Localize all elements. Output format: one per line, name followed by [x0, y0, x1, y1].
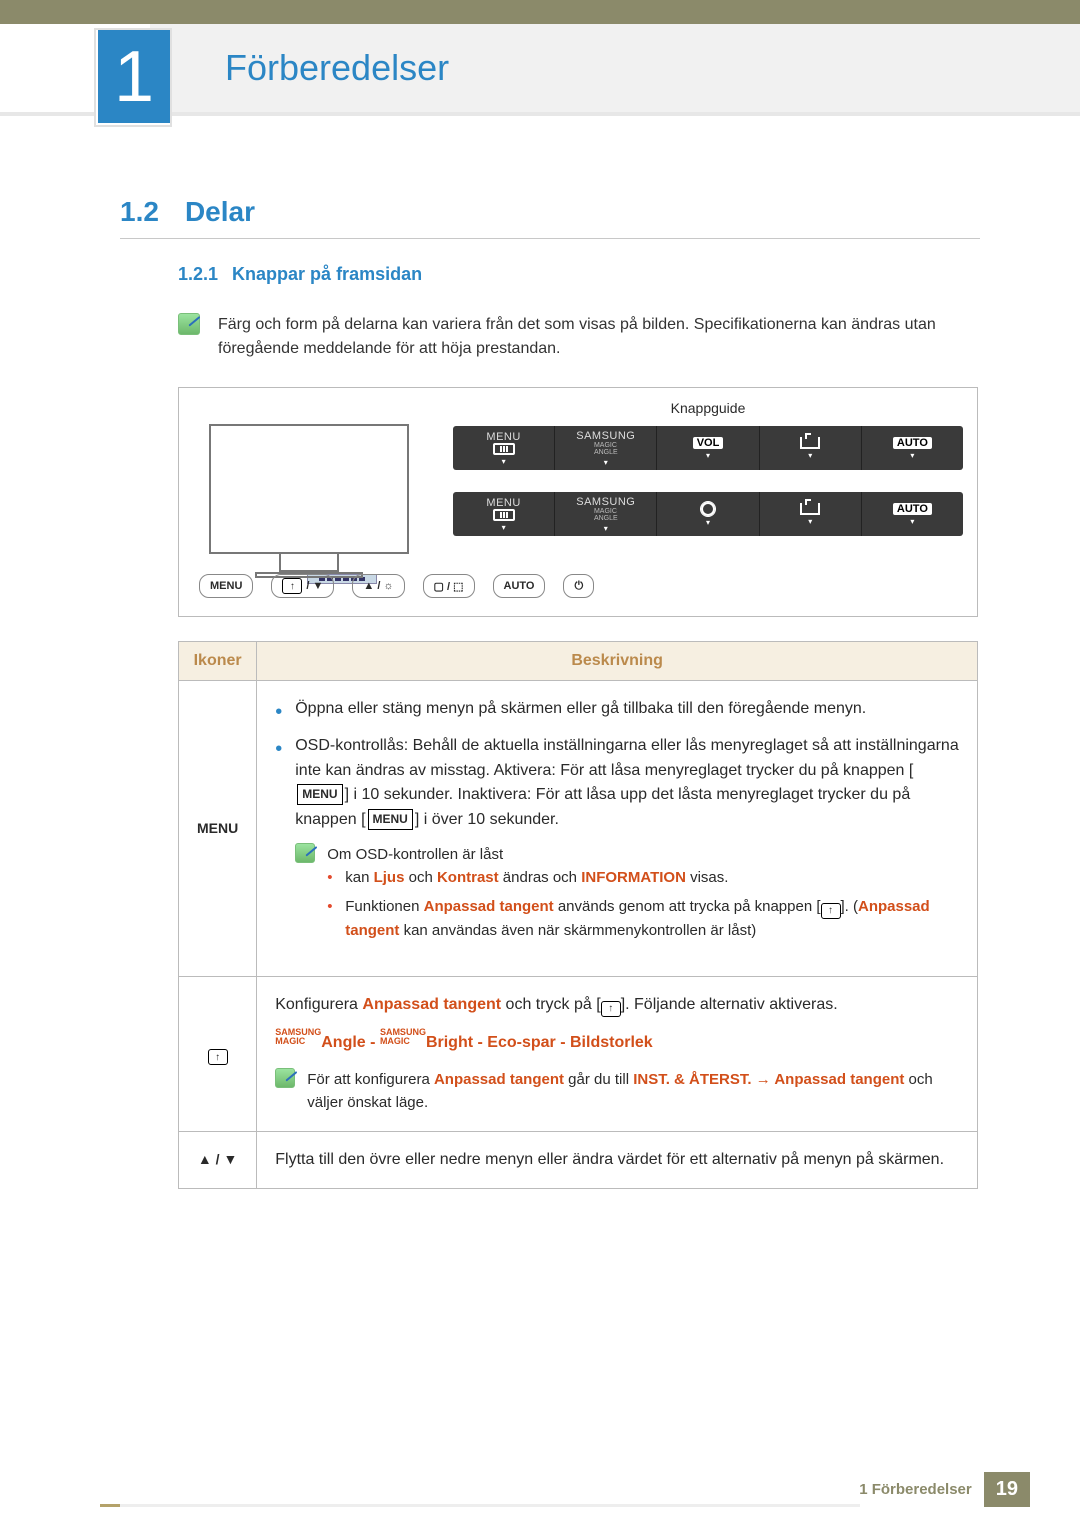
osd-menu: MENU▾: [453, 426, 555, 470]
osd-menu-2: MENU▾: [453, 492, 555, 536]
subsection-number: 1.2.1: [178, 264, 218, 285]
btn-menu: MENU: [199, 574, 253, 598]
chapter-header: Förberedelser 1: [0, 24, 1080, 116]
subnote-config: För att konfigurera Anpassad tangent går…: [275, 1068, 959, 1115]
subnote-locked: Om OSD-kontrollen är låst kan Ljus och K…: [295, 843, 959, 949]
icon-up-down: ▲ / ▼: [179, 1131, 257, 1189]
icons-table: Ikoner Beskrivning MENU Öppna eller stän…: [178, 641, 978, 1189]
table-row: ↑ Konfigurera Anpassad tangent och tryck…: [179, 977, 978, 1131]
desc-menu: Öppna eller stäng menyn på skärmen eller…: [257, 681, 978, 977]
menu-key-icon: MENU: [297, 784, 342, 805]
subnote-title: Om OSD-kontrollen är låst: [327, 843, 959, 866]
table-header-row: Ikoner Beskrivning: [179, 642, 978, 681]
top-stripe: [0, 0, 1080, 24]
btn-custom-down: ↑/ ▼: [271, 574, 334, 598]
btn-power: ⏻: [563, 574, 594, 598]
chapter-number-badge: 1: [96, 30, 170, 125]
p1: Konfigurera Anpassad tangent och tryck p…: [275, 993, 959, 1018]
chapter-title: Förberedelser: [225, 47, 449, 89]
footer-rule: [100, 1504, 860, 1507]
table-row: MENU Öppna eller stäng menyn på skärmen …: [179, 681, 978, 977]
button-diagram: Knappguide MENU▾ SAMSUNGMAGICANGLE▾ VOL▾…: [178, 387, 978, 617]
osd-bar-2: MENU▾ SAMSUNGMAGICANGLE▾ ▾ ▾ AUTO▾: [453, 492, 963, 536]
subsection-title: Knappar på framsidan: [232, 264, 422, 285]
section-title: Delar: [185, 196, 255, 228]
section-number: 1.2: [120, 196, 159, 228]
intro-note: Färg och form på delarna kan variera frå…: [178, 313, 980, 361]
osd-auto-2: AUTO▾: [862, 492, 963, 536]
brightness-icon: [701, 502, 715, 516]
option-list: SAMSUNGMAGICAngle - SAMSUNGMAGICBright -…: [275, 1028, 959, 1056]
menu-key-icon: MENU: [368, 809, 413, 830]
b2: OSD-kontrollås: Behåll de aktuella instä…: [275, 734, 959, 949]
up-key-icon: ↑: [601, 1001, 621, 1017]
sub2: Funktionen Anpassad tangent används geno…: [327, 895, 959, 942]
osd-source: ▾: [760, 426, 862, 470]
up-key-icon: ↑: [821, 903, 841, 919]
up-key-icon: ↑: [208, 1049, 228, 1065]
footer-chapter: 1 Förberedelser: [859, 1481, 972, 1498]
th-icons: Ikoner: [179, 642, 257, 681]
osd-bright: ▾: [657, 492, 759, 536]
btn-up-bright: ▲ / ☼: [352, 574, 404, 598]
btn-auto: AUTO: [493, 574, 546, 598]
icon-menu: MENU: [179, 681, 257, 977]
physical-button-row: MENU ↑/ ▼ ▲ / ☼ ▢ / ⬚ AUTO ⏻: [199, 574, 594, 598]
manual-page: Förberedelser 1 1.2 Delar 1.2.1 Knappar …: [0, 0, 1080, 1527]
table-row: ▲ / ▼ Flytta till den övre eller nedre m…: [179, 1131, 978, 1189]
osd-magic-angle: SAMSUNGMAGICANGLE▾: [555, 426, 657, 470]
osd-bar-1: MENU▾ SAMSUNGMAGICANGLE▾ VOL▾ ▾ AUTO▾: [453, 426, 963, 470]
footer-page-number: 19: [984, 1472, 1030, 1507]
intro-note-text: Färg och form på delarna kan variera frå…: [218, 313, 980, 361]
page-footer: 1 Förberedelser 19: [859, 1472, 1030, 1507]
pencil-icon: [295, 843, 315, 863]
osd-magic-angle-2: SAMSUNGMAGICANGLE▾: [555, 492, 657, 536]
icon-custom-key: ↑: [179, 977, 257, 1131]
section-heading: 1.2 Delar: [120, 196, 980, 239]
osd-auto: AUTO▾: [862, 426, 963, 470]
sub1: kan Ljus och Kontrast ändras och INFORMA…: [327, 866, 959, 889]
monitor-stand: [279, 554, 339, 572]
monitor-outline: [209, 424, 409, 554]
pencil-icon: [178, 313, 200, 335]
btn-source: ▢ / ⬚: [423, 574, 475, 598]
b1: Öppna eller stäng menyn på skärmen eller…: [275, 697, 959, 722]
osd-source-2: ▾: [760, 492, 862, 536]
pencil-icon: [275, 1068, 295, 1088]
guide-title: Knappguide: [453, 400, 963, 416]
osd-vol: VOL▾: [657, 426, 759, 470]
th-desc: Beskrivning: [257, 642, 978, 681]
desc-custom-key: Konfigurera Anpassad tangent och tryck p…: [257, 977, 978, 1131]
desc-up-down: Flytta till den övre eller nedre menyn e…: [257, 1131, 978, 1189]
subsection-heading: 1.2.1 Knappar på framsidan: [178, 264, 980, 285]
content-area: 1.2 Delar 1.2.1 Knappar på framsidan Fär…: [0, 116, 1080, 1189]
